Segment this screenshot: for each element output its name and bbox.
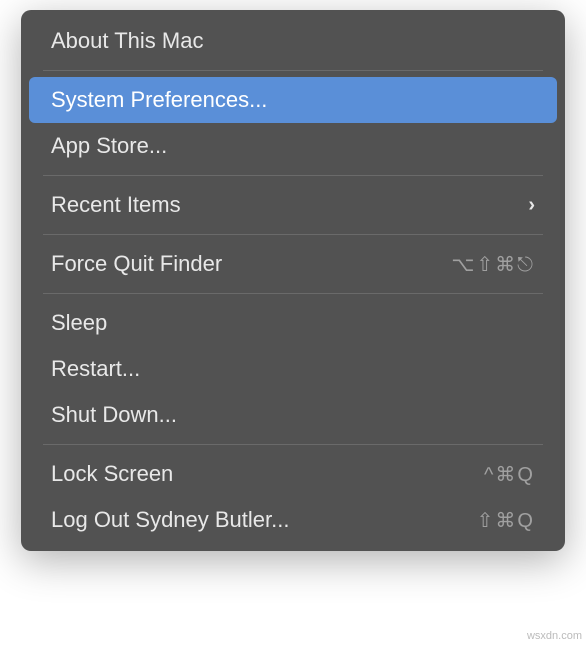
menu-item-label: App Store... <box>51 133 167 159</box>
menu-item-app-store[interactable]: App Store... <box>29 123 557 169</box>
menu-item-label: Lock Screen <box>51 461 173 487</box>
watermark-text: wsxdn.com <box>527 630 582 642</box>
menu-item-force-quit[interactable]: Force Quit Finder ⌥⇧⌘⎋ <box>29 241 557 287</box>
menu-separator <box>43 175 543 176</box>
chevron-right-icon: › <box>528 194 535 217</box>
menu-item-label: Shut Down... <box>51 402 177 428</box>
menu-item-label: Sleep <box>51 310 107 336</box>
menu-separator <box>43 444 543 445</box>
keyboard-shortcut: ⇧⌘Q <box>477 508 535 533</box>
menu-item-sleep[interactable]: Sleep <box>29 300 557 346</box>
menu-item-label: System Preferences... <box>51 87 267 113</box>
menu-item-label: About This Mac <box>51 28 203 54</box>
menu-item-lock-screen[interactable]: Lock Screen ^⌘Q <box>29 451 557 497</box>
menu-item-log-out[interactable]: Log Out Sydney Butler... ⇧⌘Q <box>29 497 557 543</box>
menu-item-label: Log Out Sydney Butler... <box>51 507 289 533</box>
keyboard-shortcut: ^⌘Q <box>484 462 535 487</box>
menu-separator <box>43 293 543 294</box>
menu-item-about-this-mac[interactable]: About This Mac <box>29 18 557 64</box>
menu-item-recent-items[interactable]: Recent Items › <box>29 182 557 228</box>
menu-separator <box>43 234 543 235</box>
keyboard-shortcut: ⌥⇧⌘⎋ <box>451 252 535 277</box>
menu-item-system-preferences[interactable]: System Preferences... <box>29 77 557 123</box>
menu-item-shut-down[interactable]: Shut Down... <box>29 392 557 438</box>
menu-item-label: Restart... <box>51 356 140 382</box>
menu-item-label: Recent Items <box>51 192 181 218</box>
menu-separator <box>43 70 543 71</box>
menu-item-restart[interactable]: Restart... <box>29 346 557 392</box>
menu-item-label: Force Quit Finder <box>51 251 222 277</box>
apple-menu: About This Mac System Preferences... App… <box>21 10 565 551</box>
